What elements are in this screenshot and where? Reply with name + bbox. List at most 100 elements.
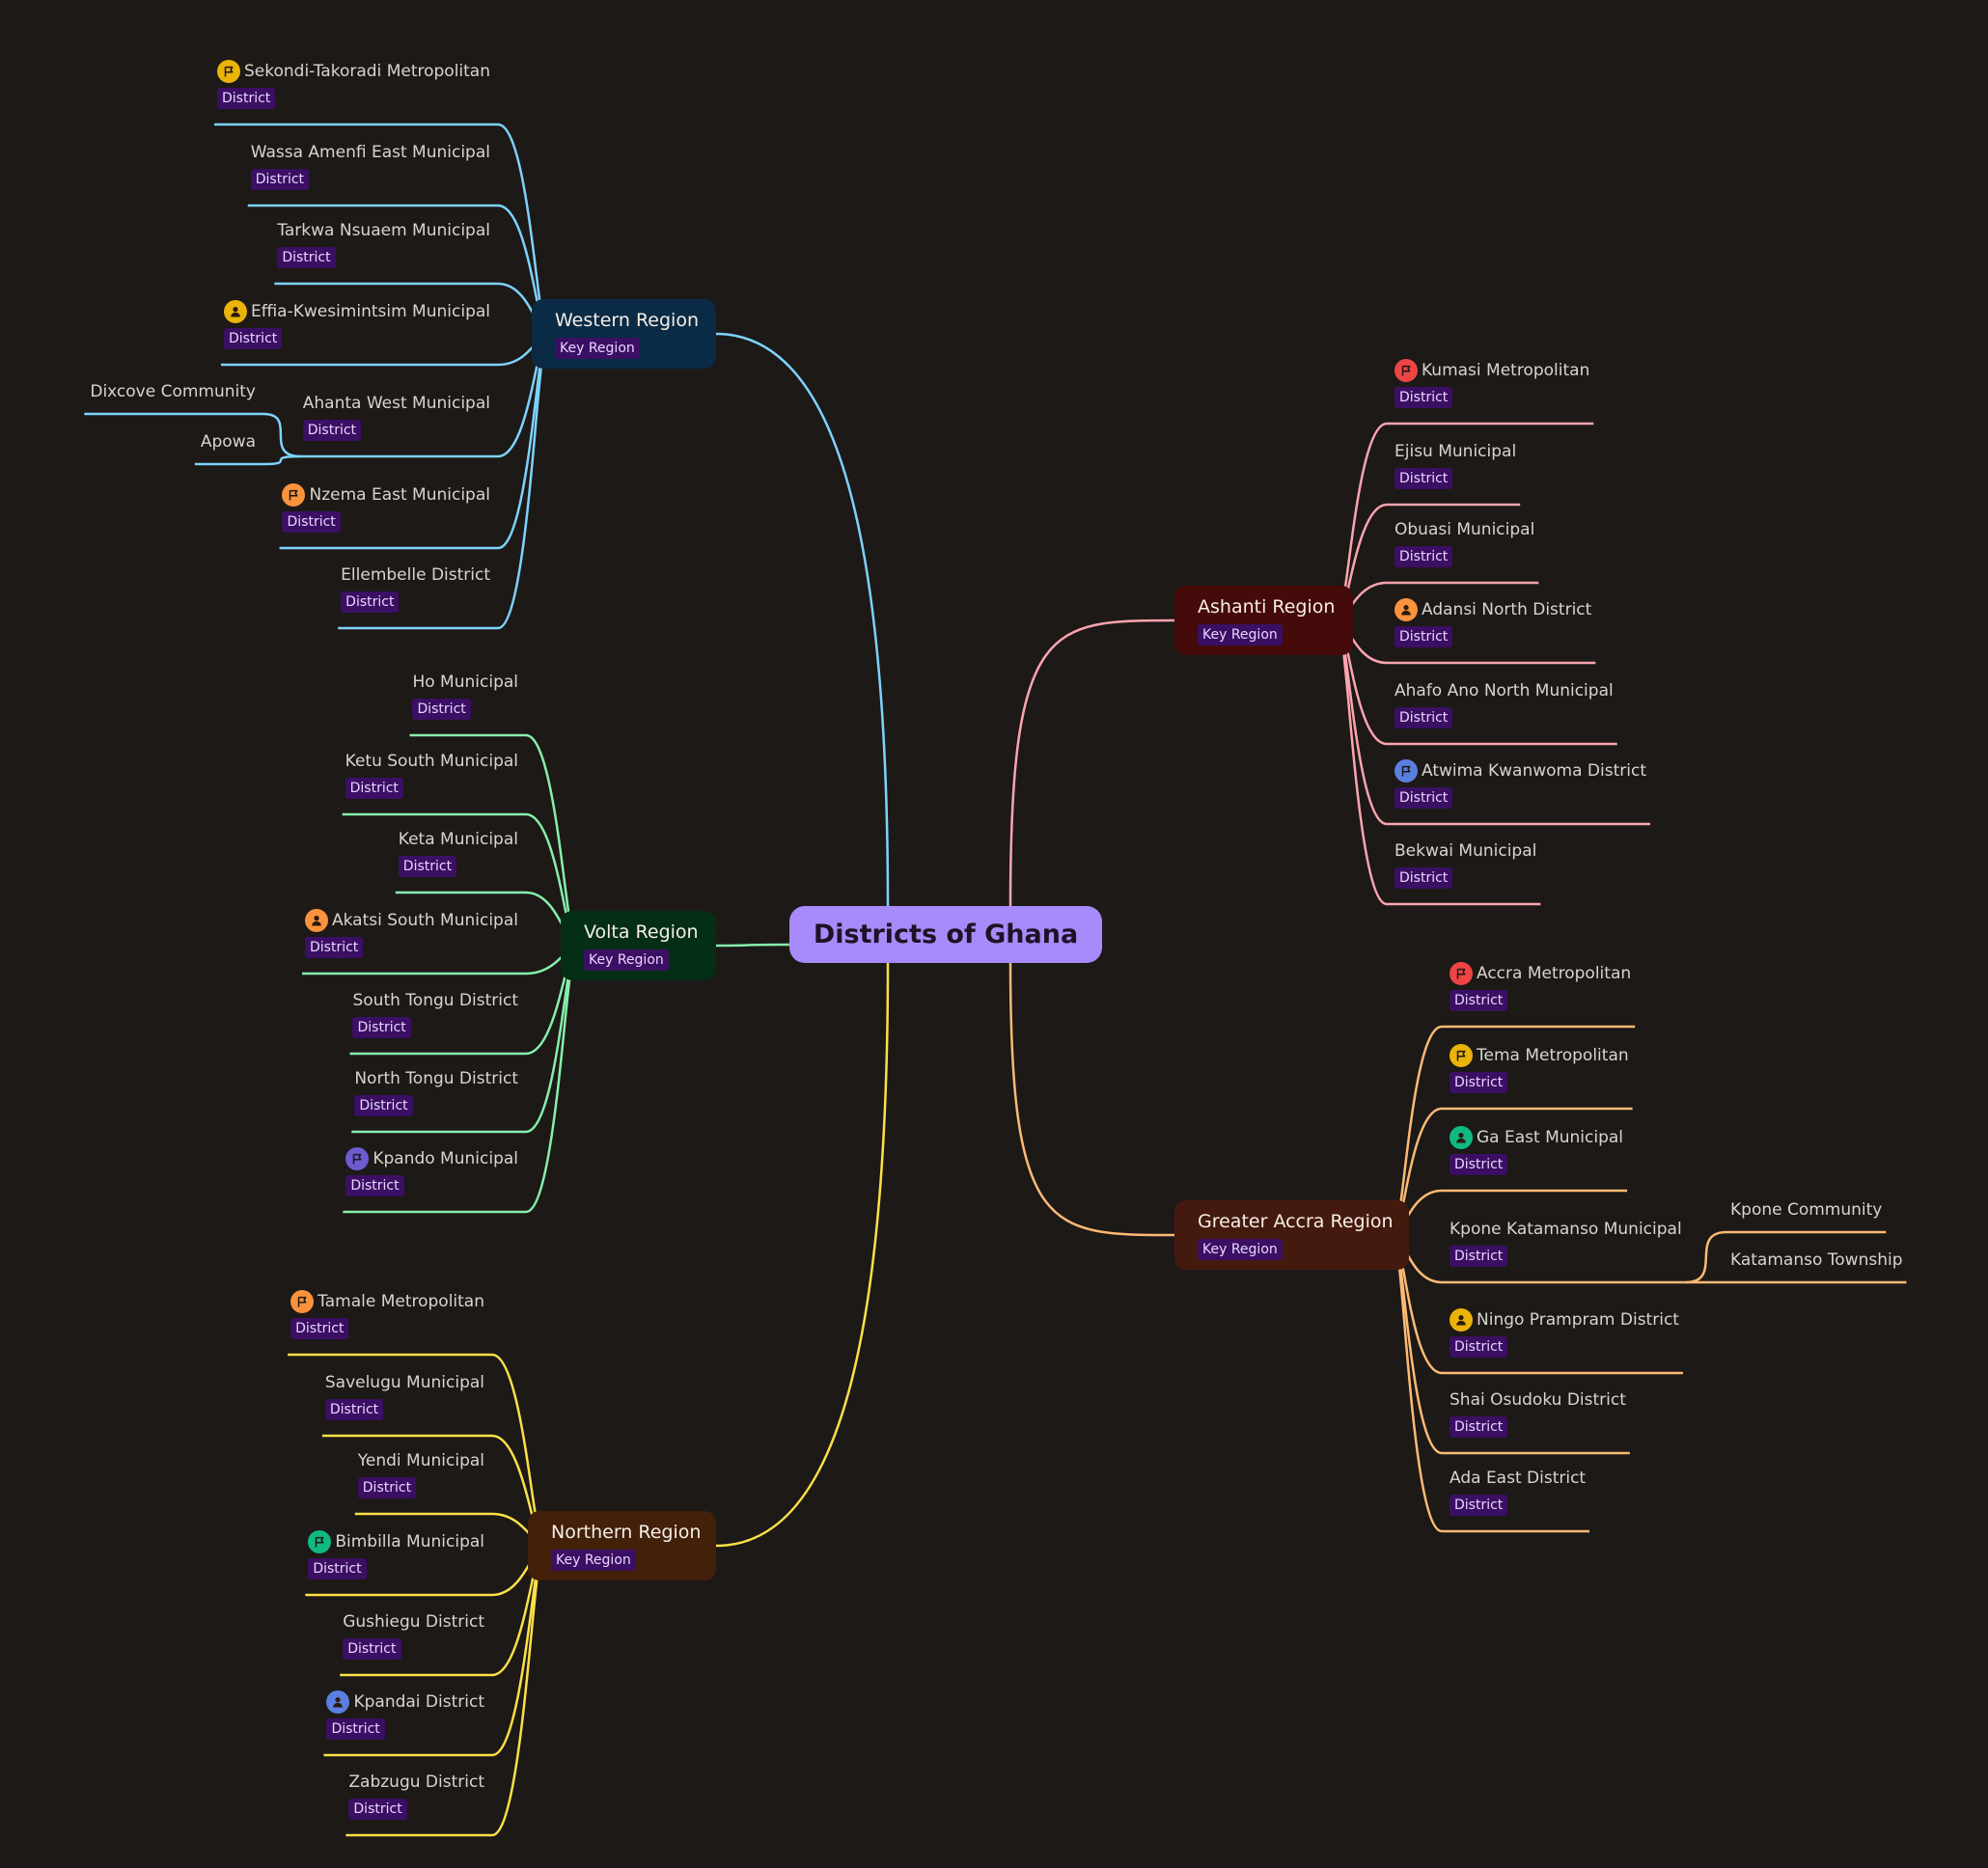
- district-label: Sekondi-Takoradi Metropolitan: [216, 59, 490, 84]
- district-label: Akatsi South Municipal: [305, 908, 518, 933]
- community-node[interactable]: Katamanso Township: [1730, 1248, 1902, 1273]
- district-name: Kpandai District: [353, 1692, 484, 1712]
- district-name: Kpone Katamanso Municipal: [1450, 1220, 1682, 1239]
- district-badge: District: [348, 1799, 407, 1820]
- district-label: Wassa Amenfi East Municipal: [251, 140, 490, 165]
- district-label: Keta Municipal: [399, 827, 518, 852]
- region-node-greater_accra[interactable]: Greater Accra Region Key Region: [1174, 1200, 1409, 1270]
- root-connector-ashanti: [1008, 618, 1175, 907]
- district-badge: District: [1450, 1246, 1508, 1267]
- user-icon: [1394, 598, 1418, 621]
- region-node-ashanti[interactable]: Ashanti Region Key Region: [1174, 586, 1353, 655]
- district-label: Tarkwa Nsuaem Municipal: [277, 218, 490, 243]
- district-name: Akatsi South Municipal: [332, 911, 518, 930]
- district-name: Ejisu Municipal: [1394, 442, 1517, 461]
- district-label: Kpone Katamanso Municipal: [1450, 1217, 1682, 1242]
- region-node-western[interactable]: Western Region Key Region: [532, 299, 716, 369]
- district-name: South Tongu District: [352, 991, 518, 1010]
- community-node[interactable]: Apowa: [201, 429, 256, 454]
- flag-icon: [345, 1147, 370, 1170]
- district-name: Ada East District: [1450, 1469, 1587, 1488]
- root-connector-western: [715, 332, 890, 907]
- district-name: Adansi North District: [1422, 600, 1592, 619]
- district-label: Tamale Metropolitan: [290, 1289, 484, 1314]
- district-label: Accra Metropolitan: [1450, 961, 1631, 986]
- region-label: Volta Region: [584, 921, 699, 943]
- district-label: Obuasi Municipal: [1394, 517, 1534, 542]
- district-label: Effia-Kwesimintsim Municipal: [223, 299, 490, 324]
- district-label: Tema Metropolitan: [1450, 1043, 1629, 1068]
- district-badge: District: [1394, 468, 1453, 489]
- district-name: Kumasi Metropolitan: [1422, 361, 1590, 380]
- region-badge: Key Region: [1198, 624, 1283, 646]
- district-name: Bimbilla Municipal: [335, 1532, 484, 1552]
- district-name: Tarkwa Nsuaem Municipal: [277, 221, 490, 240]
- district-label: Gushiegu District: [343, 1609, 484, 1634]
- district-badge: District: [1394, 626, 1453, 647]
- user-icon: [326, 1690, 350, 1714]
- district-badge: District: [1450, 1072, 1508, 1093]
- community-connector: [1685, 1230, 1727, 1284]
- district-badge: District: [357, 1477, 417, 1498]
- district-name: Savelugu Municipal: [324, 1373, 484, 1392]
- district-label: South Tongu District: [352, 988, 518, 1013]
- user-icon: [1450, 1126, 1473, 1149]
- community-connector: [262, 454, 301, 466]
- district-label: Savelugu Municipal: [325, 1370, 484, 1395]
- district-name: Sekondi-Takoradi Metropolitan: [243, 62, 490, 81]
- flag-icon: [1450, 1044, 1473, 1067]
- district-label: Ga East Municipal: [1450, 1125, 1623, 1150]
- district-label: Bimbilla Municipal: [308, 1529, 484, 1554]
- community-node[interactable]: Dixcove Community: [90, 379, 256, 404]
- flag-icon: [1394, 759, 1418, 783]
- district-label: North Tongu District: [354, 1066, 518, 1091]
- district-badge: District: [282, 511, 341, 533]
- district-badge: District: [341, 591, 400, 613]
- district-connector: [1392, 1233, 1443, 1533]
- district-label: Kumasi Metropolitan: [1394, 358, 1589, 383]
- district-label: Ellembelle District: [341, 563, 490, 588]
- district-label: Kpandai District: [326, 1689, 484, 1715]
- region-badge: Key Region: [551, 1550, 636, 1571]
- district-name: Wassa Amenfi East Municipal: [250, 143, 490, 162]
- district-connector: [497, 332, 549, 630]
- flag-icon: [290, 1290, 315, 1313]
- district-badge: District: [250, 169, 310, 190]
- district-name: Effia-Kwesimintsim Municipal: [250, 302, 490, 321]
- district-name: Ningo Prampram District: [1477, 1310, 1679, 1330]
- district-label: Bekwai Municipal: [1394, 838, 1536, 864]
- district-name: Bekwai Municipal: [1394, 841, 1537, 861]
- mind-map-canvas: Western Region Key Region Sekondi-Takoradi…: [0, 0, 1988, 1868]
- root-node[interactable]: Districts of Ghana: [789, 906, 1102, 963]
- district-label: Yendi Municipal: [358, 1448, 484, 1473]
- district-name: Ga East Municipal: [1477, 1128, 1624, 1147]
- district-badge: District: [1450, 1154, 1508, 1175]
- district-badge: District: [1450, 1336, 1508, 1358]
- district-badge: District: [398, 856, 457, 877]
- region-label: Ashanti Region: [1198, 596, 1336, 618]
- root-connector-volta: [715, 943, 790, 948]
- district-badge: District: [216, 88, 276, 109]
- region-node-northern[interactable]: Northern Region Key Region: [528, 1511, 716, 1580]
- district-label: Kpando Municipal: [345, 1146, 518, 1171]
- flag-icon: [216, 60, 240, 83]
- region-label: Western Region: [555, 310, 700, 331]
- district-badge: District: [302, 420, 362, 441]
- community-connector: [262, 412, 301, 458]
- district-label: Ejisu Municipal: [1394, 439, 1516, 464]
- region-node-volta[interactable]: Volta Region Key Region: [561, 911, 716, 980]
- district-name: Ho Municipal: [412, 673, 518, 692]
- district-name: North Tongu District: [354, 1069, 518, 1088]
- community-node[interactable]: Kpone Community: [1730, 1197, 1882, 1222]
- district-badge: District: [1394, 867, 1453, 889]
- district-badge: District: [324, 1399, 384, 1420]
- region-badge: Key Region: [584, 949, 669, 971]
- district-label: Zabzugu District: [348, 1770, 484, 1795]
- district-badge: District: [305, 937, 364, 958]
- district-name: Yendi Municipal: [357, 1451, 484, 1470]
- district-name: Shai Osudoku District: [1450, 1390, 1626, 1410]
- district-label: Nzema East Municipal: [282, 482, 490, 508]
- district-label: Atwima Kwanwoma District: [1394, 758, 1646, 783]
- district-badge: District: [1450, 990, 1508, 1011]
- flag-icon: [282, 483, 306, 507]
